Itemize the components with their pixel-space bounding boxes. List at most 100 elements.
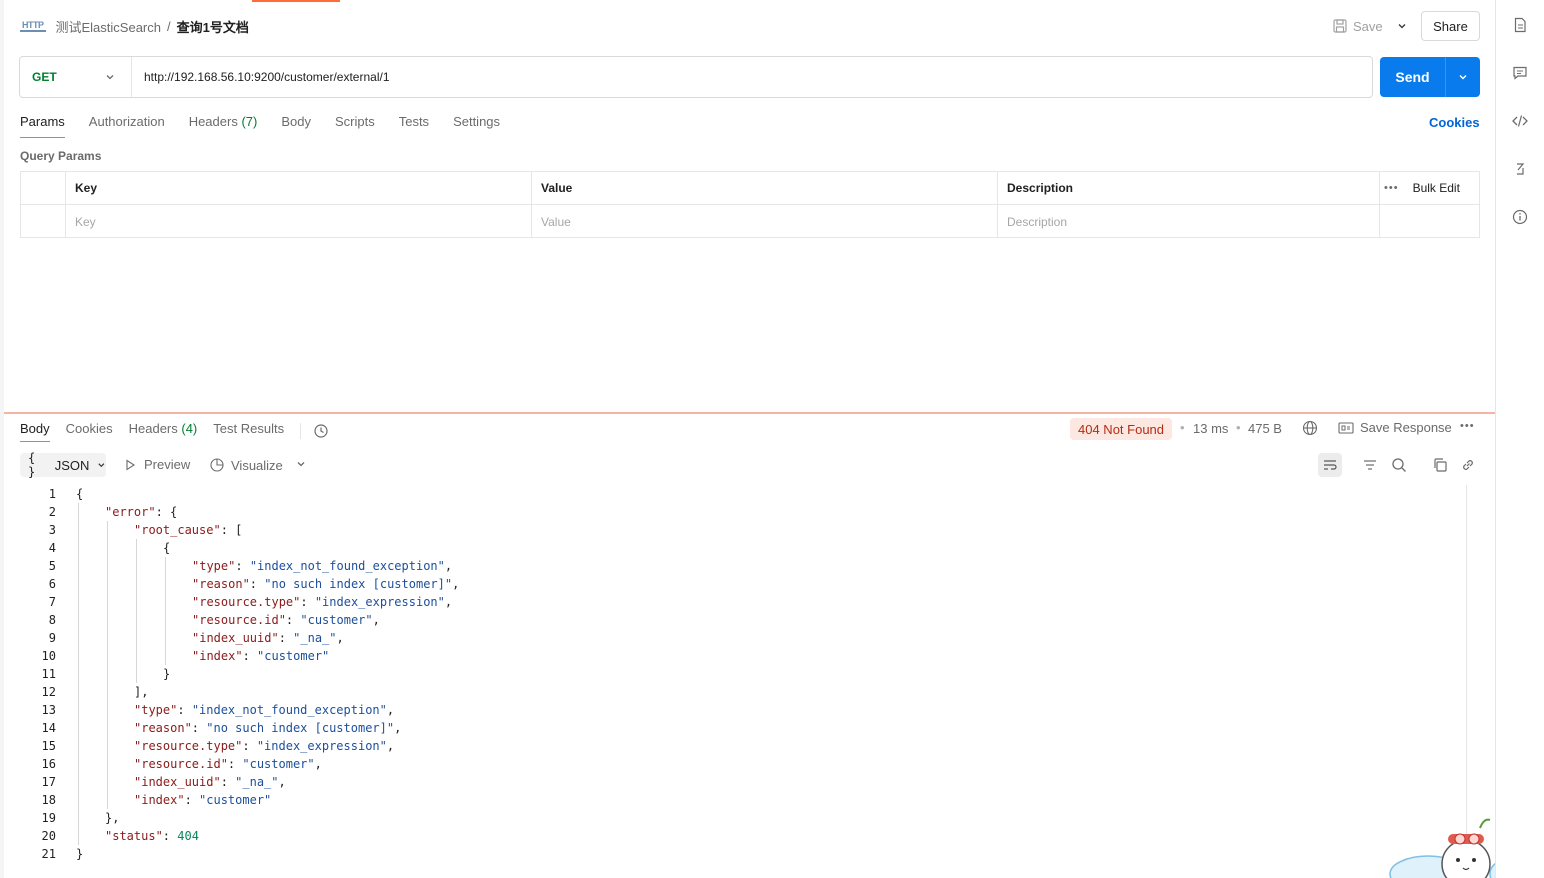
play-icon <box>126 458 136 471</box>
comment-icon[interactable] <box>1508 61 1532 85</box>
visualize-icon <box>210 458 224 472</box>
tab-authorization[interactable]: Authorization <box>89 112 165 138</box>
globe-icon[interactable] <box>1302 420 1318 436</box>
link-icon[interactable] <box>1456 453 1480 477</box>
code-line: 6 "reason": "no such index [customer]", <box>4 575 1466 593</box>
breadcrumb-collection[interactable]: 测试ElasticSearch <box>56 17 161 36</box>
json-string: "customer" <box>257 649 330 663</box>
tab-response-body[interactable]: Body <box>20 420 50 442</box>
json-string: "customer" <box>300 613 373 627</box>
preview-button[interactable]: Preview <box>124 457 190 472</box>
code-text: "type": "index_not_found_exception", <box>192 557 452 575</box>
visualize-button[interactable]: Visualize <box>209 457 283 473</box>
filter-icon[interactable] <box>1358 453 1382 477</box>
related-collections-icon[interactable] <box>1508 157 1532 181</box>
line-number: 2 <box>48 505 56 519</box>
response-pane-divider[interactable] <box>4 412 1495 414</box>
table-header-row: Key Value Description ••• Bulk Edit <box>21 172 1479 205</box>
url-input[interactable] <box>132 57 1372 97</box>
response-body-viewer[interactable]: 1{2 "error": {3 "root_cause": [4{5 "type": … <box>4 485 1466 878</box>
json-punctuation: : <box>184 793 200 807</box>
json-key: "resource.type" <box>134 739 243 753</box>
response-time[interactable]: 13 ms <box>1193 421 1228 436</box>
send-options-button[interactable] <box>1446 57 1480 97</box>
line-number: 15 <box>41 739 56 753</box>
http-icon: HTTP <box>20 20 46 32</box>
chevron-down-icon <box>106 75 114 80</box>
indent-guide <box>78 503 79 845</box>
send-button[interactable]: Send <box>1380 57 1480 97</box>
wrap-lines-icon[interactable] <box>1318 453 1342 477</box>
code-line: 10 "index": "customer" <box>4 647 1466 665</box>
json-punctuation: { <box>163 541 171 555</box>
tab-headers[interactable]: Headers (7) <box>189 112 258 138</box>
json-string: "no such index [customer]" <box>206 721 395 735</box>
more-options-icon[interactable]: ••• <box>1384 182 1399 194</box>
json-punctuation: , <box>394 721 402 735</box>
code-line: 8 "resource.id": "customer", <box>4 611 1466 629</box>
save-response-label: Save Response <box>1360 420 1452 435</box>
code-text: "index_uuid": "_na_", <box>192 629 344 647</box>
json-string: "customer" <box>242 757 315 771</box>
tab-label: Headers <box>188 114 238 129</box>
history-icon[interactable] <box>313 423 329 439</box>
method-select[interactable]: GET <box>20 57 132 97</box>
format-select[interactable]: { } JSON <box>20 451 106 479</box>
json-braces-icon: { } <box>28 451 36 479</box>
json-key: "index" <box>192 649 243 663</box>
search-icon[interactable] <box>1387 453 1411 477</box>
code-text: "resource.id": "customer", <box>192 611 380 629</box>
code-line: 20 "status": 404 <box>4 827 1466 845</box>
more-options-icon[interactable]: ••• <box>1460 420 1475 432</box>
method-label: GET <box>32 70 57 84</box>
tab-response-cookies[interactable]: Cookies <box>66 420 113 442</box>
json-string: "customer" <box>199 793 272 807</box>
code-text: "resource.id": "customer", <box>134 755 322 773</box>
save-button[interactable]: Save <box>1333 12 1383 40</box>
tab-params[interactable]: Params <box>20 112 65 138</box>
json-key: "index" <box>134 793 185 807</box>
save-label: Save <box>1353 18 1383 34</box>
cookies-link[interactable]: Cookies <box>1429 115 1480 130</box>
chevron-down-icon[interactable] <box>296 457 306 472</box>
document-icon[interactable] <box>1508 13 1532 37</box>
tab-response-headers[interactable]: Headers (4) <box>129 420 198 442</box>
bulk-edit-button[interactable]: Bulk Edit <box>1413 181 1460 195</box>
tab-label: Cookies <box>65 421 113 436</box>
info-icon[interactable] <box>1508 205 1532 229</box>
tab-label: Authorization <box>88 114 165 129</box>
tab-settings[interactable]: Settings <box>453 112 500 138</box>
tab-test-results[interactable]: Test Results <box>213 420 284 442</box>
line-number: 19 <box>41 811 56 825</box>
send-label[interactable]: Send <box>1380 57 1446 97</box>
tab-body[interactable]: Body <box>281 112 311 138</box>
share-button[interactable]: Share <box>1421 11 1480 41</box>
code-icon[interactable] <box>1508 109 1532 133</box>
response-size[interactable]: 475 B <box>1248 421 1282 436</box>
value-input[interactable]: Value <box>532 205 998 238</box>
json-punctuation: , <box>278 775 286 789</box>
json-punctuation: , <box>386 739 395 753</box>
code-text: "index": "customer" <box>192 647 329 665</box>
column-header-description: Description <box>998 172 1380 204</box>
request-title[interactable]: 查询1号文档 <box>177 17 249 36</box>
status-badge[interactable]: 404 Not Found <box>1070 418 1173 440</box>
json-punctuation: : <box>278 631 294 645</box>
tab-tests[interactable]: Tests <box>399 112 429 138</box>
table-row: Key Value Description <box>21 205 1479 238</box>
json-punctuation: , <box>452 577 460 591</box>
save-response-button[interactable]: Save Response <box>1338 420 1452 435</box>
code-text: "root_cause": [ <box>134 521 242 539</box>
line-number: 5 <box>48 559 56 573</box>
key-input[interactable]: Key <box>66 205 532 238</box>
description-input-extension[interactable] <box>1380 205 1479 238</box>
code-text: "reason": "no such index [customer]", <box>134 719 401 737</box>
tab-scripts[interactable]: Scripts <box>335 112 375 138</box>
code-text: "resource.type": "index_expression", <box>192 593 452 611</box>
code-text: { <box>76 485 83 503</box>
save-options-button[interactable] <box>1388 12 1416 40</box>
copy-icon[interactable] <box>1428 453 1452 477</box>
save-response-icon <box>1338 421 1354 434</box>
tab-label: Settings <box>453 114 501 129</box>
description-input[interactable]: Description <box>998 205 1380 238</box>
